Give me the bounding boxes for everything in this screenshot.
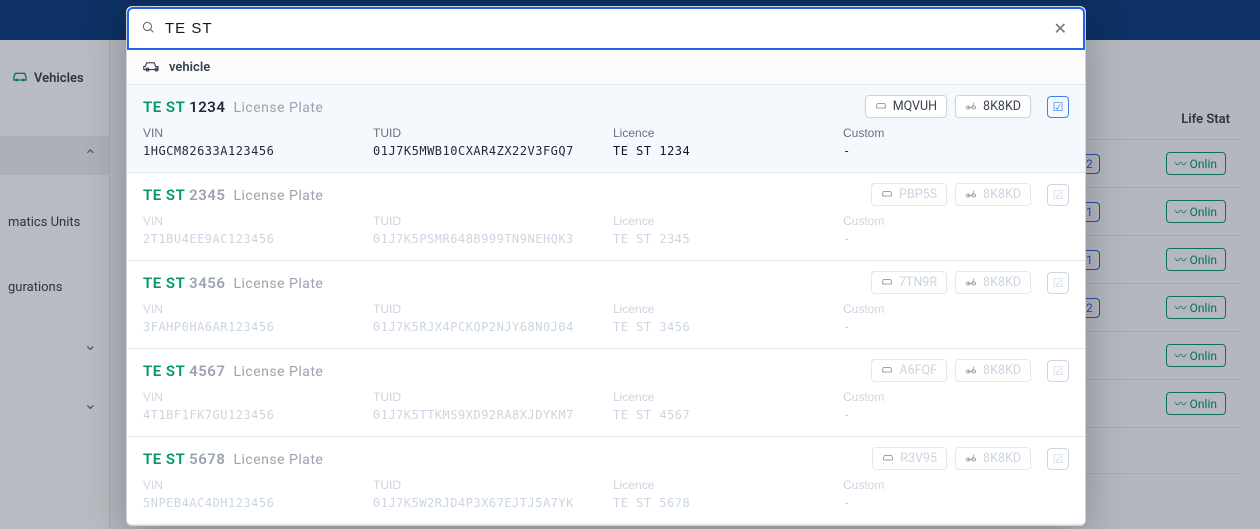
badge-shortcode[interactable]: R3V95 xyxy=(872,447,947,470)
scooter-icon xyxy=(965,276,977,289)
badge-shortcode[interactable]: MQVUH xyxy=(865,95,947,118)
car-icon xyxy=(881,276,893,289)
value-vin: 1HGCM82633A123456 xyxy=(143,144,363,158)
value-licence: TE ST 1234 xyxy=(613,144,833,158)
search-icon xyxy=(141,20,155,38)
value-vin: 2T1BU4EE9AC123456 xyxy=(143,232,363,246)
value-vin: 5NPEB4AC4DH123456 xyxy=(143,496,363,510)
scooter-icon xyxy=(965,100,977,113)
result-subtitle: License Plate xyxy=(233,452,323,468)
value-tuid: 01J7K5MWB10CXAR4ZX22V3FGQ7 xyxy=(373,144,603,158)
car-icon xyxy=(875,100,887,113)
select-result-button[interactable]: ☑ xyxy=(1047,184,1069,206)
label-licence: Licence xyxy=(613,214,833,228)
badge-shortcode[interactable]: A6FQF xyxy=(871,359,947,382)
badge-fleet[interactable]: 8K8KD xyxy=(955,447,1031,470)
value-licence: TE ST 5678 xyxy=(613,496,833,510)
search-modal: ✕ vehicle TE ST 1234License PlateMQVUH8K… xyxy=(126,6,1086,526)
value-tuid: 01J7K5RJX4PCKQP2NJY68N0J04 xyxy=(373,320,603,334)
search-input[interactable] xyxy=(165,20,1040,37)
value-tuid: 01J7K5TTKMS9XD92RA8XJDYKM7 xyxy=(373,408,603,422)
badge-fleet[interactable]: 8K8KD xyxy=(955,183,1031,206)
search-result[interactable]: TE ST 2345License PlatePBP5S8K8KD☑VINTUI… xyxy=(127,173,1085,261)
result-title: TE ST 5678License Plate xyxy=(143,450,323,468)
car-icon xyxy=(881,188,893,201)
value-vin: 4T1BF1FK7GU123456 xyxy=(143,408,363,422)
select-result-button[interactable]: ☑ xyxy=(1047,272,1069,294)
label-custom: Custom xyxy=(843,478,963,492)
select-result-button[interactable]: ☑ xyxy=(1047,448,1069,470)
value-custom: - xyxy=(843,408,963,422)
label-vin: VIN xyxy=(143,214,363,228)
label-tuid: TUID xyxy=(373,302,603,316)
label-custom: Custom xyxy=(843,390,963,404)
badge-fleet[interactable]: 8K8KD xyxy=(955,271,1031,294)
label-custom: Custom xyxy=(843,302,963,316)
badge-shortcode[interactable]: 7TN9R xyxy=(871,271,947,294)
select-result-button[interactable]: ☑ xyxy=(1047,360,1069,382)
car-icon xyxy=(881,364,893,377)
result-subtitle: License Plate xyxy=(233,276,323,292)
result-title: TE ST 3456License Plate xyxy=(143,274,323,292)
result-group-label: vehicle xyxy=(169,60,210,75)
badge-fleet[interactable]: 8K8KD xyxy=(955,95,1031,118)
label-tuid: TUID xyxy=(373,126,603,140)
search-result[interactable]: TE ST 1234License PlateMQVUH8K8KD☑VINTUI… xyxy=(127,85,1085,173)
result-subtitle: License Plate xyxy=(233,100,323,116)
scooter-icon xyxy=(965,452,977,465)
result-title: TE ST 2345License Plate xyxy=(143,186,323,204)
label-licence: Licence xyxy=(613,478,833,492)
label-custom: Custom xyxy=(843,214,963,228)
label-tuid: TUID xyxy=(373,478,603,492)
value-licence: TE ST 2345 xyxy=(613,232,833,246)
label-licence: Licence xyxy=(613,390,833,404)
car-icon xyxy=(882,452,894,465)
value-custom: - xyxy=(843,496,963,510)
label-licence: Licence xyxy=(613,302,833,316)
label-vin: VIN xyxy=(143,302,363,316)
label-custom: Custom xyxy=(843,126,963,140)
value-tuid: 01J7K5PSMR648B999TN9NEHQK3 xyxy=(373,232,603,246)
label-vin: VIN xyxy=(143,478,363,492)
search-result[interactable]: TE ST 3456License Plate7TN9R8K8KD☑VINTUI… xyxy=(127,261,1085,349)
search-result[interactable]: TE ST 4567License PlateA6FQF8K8KD☑VINTUI… xyxy=(127,349,1085,437)
badge-shortcode[interactable]: PBP5S xyxy=(871,183,947,206)
search-bar: ✕ xyxy=(127,7,1085,50)
value-custom: - xyxy=(843,144,963,158)
vehicle-icon xyxy=(143,58,161,76)
result-title: TE ST 4567License Plate xyxy=(143,362,323,380)
result-subtitle: License Plate xyxy=(233,364,323,380)
value-custom: - xyxy=(843,320,963,334)
search-result[interactable]: TE ST 5678License PlateR3V958K8KD☑VINTUI… xyxy=(127,437,1085,525)
scooter-icon xyxy=(965,364,977,377)
close-icon[interactable]: ✕ xyxy=(1050,15,1071,42)
label-licence: Licence xyxy=(613,126,833,140)
value-vin: 3FAHP0HA6AR123456 xyxy=(143,320,363,334)
scooter-icon xyxy=(965,188,977,201)
value-licence: TE ST 3456 xyxy=(613,320,833,334)
label-vin: VIN xyxy=(143,390,363,404)
result-title: TE ST 1234License Plate xyxy=(143,98,323,116)
value-tuid: 01J7K5W2RJD4P3X67EJTJ5A7YK xyxy=(373,496,603,510)
label-tuid: TUID xyxy=(373,214,603,228)
label-tuid: TUID xyxy=(373,390,603,404)
value-licence: TE ST 4567 xyxy=(613,408,833,422)
select-result-button[interactable]: ☑ xyxy=(1047,96,1069,118)
result-subtitle: License Plate xyxy=(233,188,323,204)
label-vin: VIN xyxy=(143,126,363,140)
badge-fleet[interactable]: 8K8KD xyxy=(955,359,1031,382)
value-custom: - xyxy=(843,232,963,246)
result-group-header: vehicle xyxy=(127,50,1085,85)
